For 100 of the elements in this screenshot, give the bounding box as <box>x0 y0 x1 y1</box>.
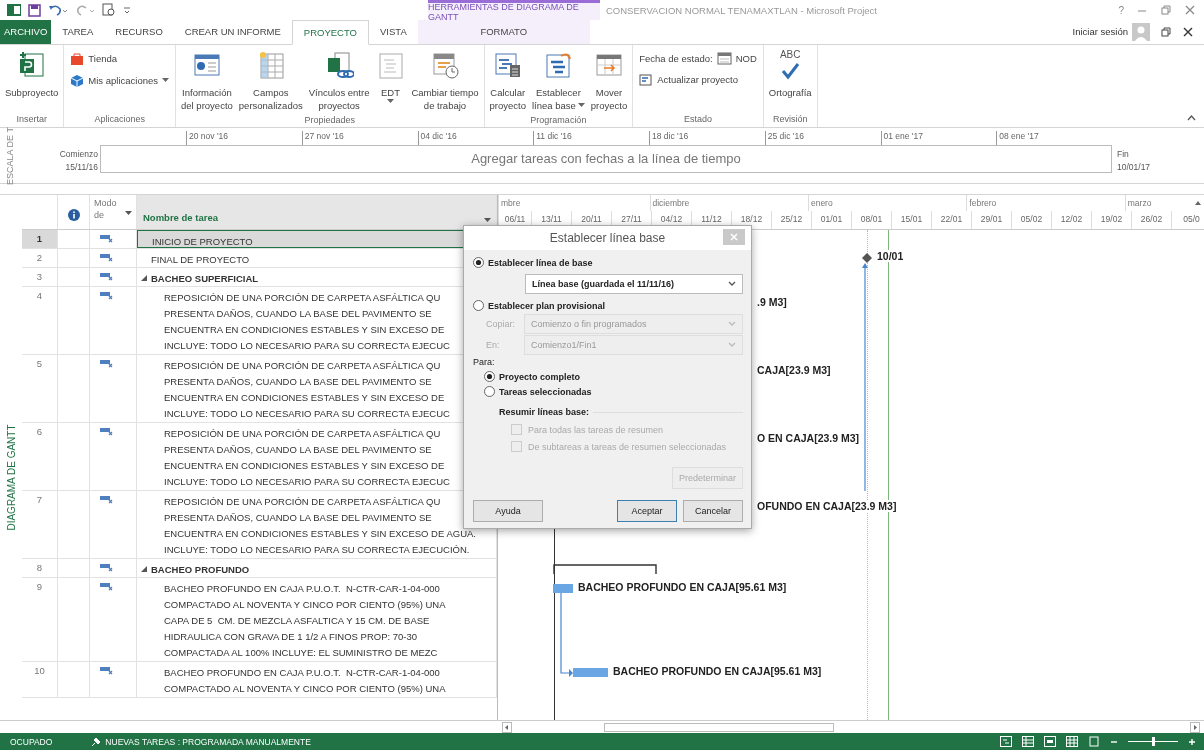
task-name-line[interactable]: REPOSICIÓN DE UNA PORCIÓN DE CARPETA ASFÁLTICA QU <box>164 494 441 508</box>
ribbon-button[interactable]: Subproyecto <box>3 46 61 112</box>
task-bar[interactable] <box>553 584 573 594</box>
view-icon[interactable] <box>1022 736 1034 748</box>
scroll-right-icon[interactable] <box>1190 721 1200 733</box>
summary-task-name[interactable]: BACHEO SUPERFICIAL <box>151 271 259 285</box>
ribbon-tab[interactable]: CREAR UN INFORME <box>173 20 292 44</box>
help-button[interactable]: ? <box>1118 4 1124 16</box>
ribbon-button[interactable]: Mover proyecto <box>588 46 630 113</box>
dialog-button[interactable]: Cancelar <box>683 500 743 523</box>
task-name-line[interactable]: INCLUYE: TODO LO NECESARIO PARA SU CORRECTA EJECUC <box>164 338 450 352</box>
radio-option[interactable]: Establecer plan provisional <box>473 298 743 314</box>
ribbon-button[interactable]: Calcular proyecto <box>487 46 528 113</box>
ribbon-tab[interactable]: PROYECTO <box>291 20 369 45</box>
column-header[interactable]: Nombre de tarea <box>137 195 497 230</box>
ribbon-tab[interactable]: RECURSO <box>104 20 174 44</box>
dropdown-icon[interactable] <box>728 281 736 288</box>
radio-icon[interactable] <box>473 257 484 269</box>
task-name-line[interactable]: HIDRAULICA CON GRAVA DE 1 1/2 A FINOS PROP: 70-30 <box>164 629 418 643</box>
task-name-line[interactable]: INCLUYE: TODO LO NECESARIO PARA SU CORRECTA EJECUC <box>164 406 450 420</box>
month-label: diciembre <box>652 198 690 209</box>
manual-task-icon <box>100 427 113 437</box>
task-name-line[interactable]: INCLUYE: TODO LO NECESARIO PARA SU CORRECTA EJECUC <box>164 474 450 488</box>
sign-in-link[interactable]: Iniciar sesión <box>1072 20 1128 44</box>
scroll-up-icon[interactable] <box>1194 199 1202 208</box>
undo-icon[interactable] <box>48 3 68 17</box>
task-name-line[interactable]: ENCUENTRA EN CONDICIONES ESTABLES Y SIN EXCESO DE <box>164 458 445 472</box>
dropdown-icon[interactable] <box>125 211 132 217</box>
customize-toolbar-icon[interactable] <box>123 5 131 15</box>
ribbon-button[interactable]: Vínculos entre proyectos <box>306 46 372 113</box>
ribbon-button[interactable]: Establecer línea base <box>529 46 587 113</box>
radio-option[interactable]: Proyecto completo <box>484 369 743 385</box>
task-name-line[interactable]: BACHEO PROFUNDO EN CAJA P.U.O.T. N-CTR-CAR-1-04-000 <box>164 665 440 679</box>
task-name-line[interactable]: ENCUENTRA EN CONDICIONES ESTABLES Y SIN EXCESO DE AGUA. <box>164 526 476 540</box>
view-icon[interactable] <box>1000 736 1012 748</box>
task-name-line[interactable]: REPOSICIÓN DE UNA PORCIÓN DE CARPETA ASFÁLTICA QU <box>164 358 441 372</box>
view-icon[interactable] <box>1088 736 1100 748</box>
task-name-line[interactable]: BACHEO PROFUNDO EN CAJA P.U.O.T. N-CTR-CAR-1-04-000 <box>164 581 440 595</box>
task-name-line[interactable]: ENCUENTRA EN CONDICIONES ESTABLES Y SIN EXCESO DE <box>164 322 445 336</box>
radio-option[interactable]: Tareas seleccionadas <box>484 384 743 400</box>
radio-icon[interactable] <box>484 371 495 383</box>
ribbon-button[interactable]: Mis aplicaciones <box>67 71 173 90</box>
ribbon-tab[interactable]: FORMATO <box>417 20 590 44</box>
timeline-bar[interactable]: Agregar tareas con fechas a la línea de tiempo <box>100 144 1112 173</box>
view-icon[interactable] <box>1066 736 1078 748</box>
baseline-dropdown[interactable]: Línea base (guardada el 11/11/16) <box>525 274 743 295</box>
collapse-ribbon-icon[interactable] <box>1187 114 1196 121</box>
scrollbar-thumb[interactable] <box>604 722 834 732</box>
view-icon[interactable] <box>1044 736 1056 748</box>
task-name-line[interactable]: COMPACTADA AL 100% INCLUYE: EL SUMINISTRO DE MEZC <box>164 645 438 659</box>
task-name-line[interactable]: CAPA DE 5 CM. DE MEZCLA ASFALTICA Y 15 CM. DE BASE <box>164 613 430 627</box>
ribbon-button[interactable]: Tienda <box>67 49 173 68</box>
radio-option[interactable]: Establecer línea de base <box>473 255 743 271</box>
new-tasks-mode[interactable]: NUEVAS TAREAS : PROGRAMADA MANUALMENTE <box>105 736 311 747</box>
task-name-line[interactable]: REPOSICIÓN DE UNA PORCIÓN DE CARPETA ASFÁLTICA QU <box>164 290 441 304</box>
view-bar[interactable]: DIAGRAMA DE GANTT <box>0 195 22 721</box>
task-name-line[interactable]: PRESENTA DAÑOS, CUANDO LA BASE DEL PAVIMENTO SE <box>164 442 432 456</box>
caret-icon[interactable] <box>386 98 394 104</box>
task-name-line[interactable]: REPOSICIÓN DE UNA PORCIÓN DE CARPETA ASFÁLTICA QU <box>164 426 441 440</box>
caret-icon[interactable] <box>577 102 585 108</box>
task-name-line[interactable]: COMPACTADO AL NOVENTA Y CINCO POR CIENTO (95%) UNA <box>164 597 446 611</box>
status-date-button[interactable]: Fecha de estado: NOD <box>636 49 760 67</box>
ribbon-button[interactable]: Cambiar tiempo de trabajo <box>409 46 481 113</box>
row-number[interactable]: 1 <box>22 230 58 249</box>
radio-icon[interactable] <box>473 300 484 312</box>
finish-label: Fin <box>1117 149 1130 159</box>
scroll-left-icon[interactable] <box>502 721 512 733</box>
timeline-tick: 01 ene '17 <box>880 130 997 145</box>
collapse-icon[interactable] <box>141 275 147 282</box>
restore-icon[interactable] <box>1160 25 1172 38</box>
radio-icon[interactable] <box>484 386 495 398</box>
task-name-line[interactable]: FINAL DE PROYECTO <box>151 252 250 266</box>
task-name-line[interactable]: COMPACTADO AL NOVENTA Y CINCO POR CIENTO (95%) UNA <box>164 681 446 695</box>
task-bar[interactable] <box>573 668 608 678</box>
ribbon-button[interactable]: Información del proyecto <box>179 46 235 113</box>
help-button[interactable]: Ayuda <box>473 500 543 523</box>
ribbon-button[interactable]: EDT <box>373 46 408 113</box>
pin-icon[interactable] <box>90 735 103 748</box>
milestone-icon[interactable] <box>862 253 872 264</box>
task-name-line[interactable]: ENCUENTRA EN CONDICIONES ESTABLES Y SIN EXCESO DE <box>164 390 445 404</box>
task-name-line[interactable]: PRESENTA DAÑOS, CUANDO LA BASE DEL PAVIMENTO SE <box>164 306 432 320</box>
task-name-line[interactable]: INCLUYE: TODO LO NECESARIO PARA SU CORRECTA EJECUCIÓN. <box>164 542 470 556</box>
collapse-icon[interactable] <box>141 566 147 573</box>
ribbon-button[interactable]: ABC Ortografía <box>766 46 814 112</box>
ribbon-button[interactable]: Actualizar proyecto <box>636 70 760 89</box>
close-icon[interactable] <box>1182 25 1194 38</box>
caret-icon[interactable] <box>162 78 170 84</box>
save-icon[interactable] <box>28 3 41 17</box>
ribbon-tab[interactable]: ARCHIVO <box>0 20 52 44</box>
ribbon-button[interactable]: Campos personalizados <box>236 46 305 113</box>
task-name-line[interactable]: PRESENTA DAÑOS, CUANDO LA BASE DEL PAVIMENTO SE <box>164 510 432 524</box>
summary-task-name[interactable]: BACHEO PROFUNDO <box>151 562 250 576</box>
zoom-in-icon[interactable] <box>1188 737 1196 746</box>
ribbon-tab[interactable]: VISTA <box>369 20 418 44</box>
ribbon-tab[interactable]: TAREA <box>51 20 105 44</box>
info-icon <box>67 209 80 222</box>
task-name-line[interactable]: PRESENTA DAÑOS, CUANDO LA BASE DEL PAVIMENTO SE <box>164 374 432 388</box>
print-preview-icon[interactable] <box>102 3 116 17</box>
dialog-button[interactable]: Aceptar <box>617 500 677 523</box>
summary-bar[interactable] <box>553 564 657 575</box>
